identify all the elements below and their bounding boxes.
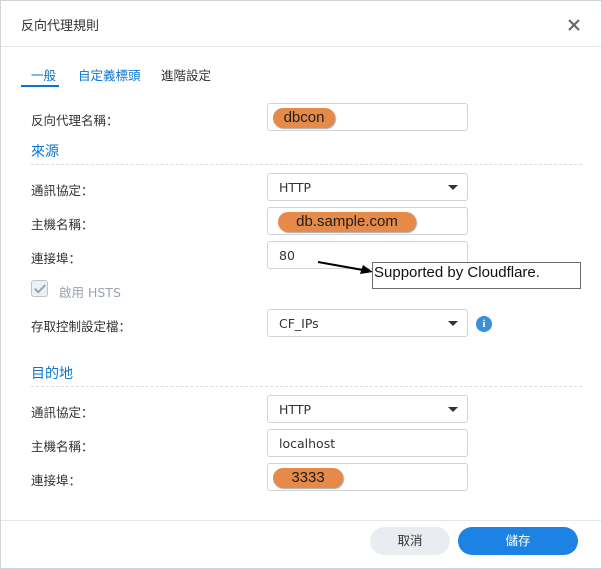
source-divider <box>31 164 582 165</box>
destination-protocol-select[interactable]: HTTP <box>267 395 468 423</box>
source-port-value: 80 <box>279 248 295 263</box>
destination-protocol-label: 通訊協定： <box>31 405 94 420</box>
destination-hostname-value: localhost <box>279 436 336 451</box>
footer-divider <box>1 520 601 521</box>
info-icon[interactable]: i <box>476 316 492 332</box>
tab-custom-header[interactable]: 自定義標頭 <box>78 65 141 84</box>
dialog-titlebar: 反向代理規則 <box>1 1 601 47</box>
source-section-title: 來源 <box>31 144 59 160</box>
tab-advanced[interactable]: 進階設定 <box>161 65 211 84</box>
source-protocol-select[interactable]: HTTP <box>267 173 468 201</box>
access-control-value: CF_IPs <box>279 316 319 331</box>
tab-general[interactable]: 一般 <box>31 65 56 84</box>
destination-port-label: 連接埠： <box>31 473 82 488</box>
source-port-label: 連接埠： <box>31 251 82 266</box>
proxy-name-input[interactable]: dbcon <box>267 103 468 131</box>
annotation-callout: Supported by Cloudflare. <box>372 262 581 289</box>
destination-section-title: 目的地 <box>31 366 73 382</box>
access-control-label: 存取控制設定檔： <box>31 319 132 334</box>
destination-hostname-input[interactable]: localhost <box>267 429 468 457</box>
access-control-select[interactable]: CF_IPs <box>267 309 468 337</box>
reverse-proxy-rule-dialog: 反向代理規則 一般 自定義標頭 進階設定 反向代理名稱： dbcon 來源 通訊… <box>0 0 602 569</box>
chevron-down-icon <box>448 185 458 190</box>
chevron-down-icon <box>448 321 458 326</box>
source-hostname-value: db.sample.com <box>278 212 416 232</box>
active-tab-indicator <box>21 85 59 87</box>
destination-port-input[interactable]: 3333 <box>267 463 468 491</box>
hsts-checkbox[interactable] <box>31 280 48 297</box>
save-button[interactable]: 儲存 <box>458 527 578 555</box>
proxy-name-label: 反向代理名稱： <box>31 113 119 128</box>
destination-hostname-label: 主機名稱： <box>31 439 94 454</box>
source-hostname-label: 主機名稱： <box>31 217 94 232</box>
annotation-text: Supported by Cloudflare. <box>374 264 540 281</box>
destination-protocol-value: HTTP <box>279 402 311 417</box>
annotation-arrow-icon <box>317 261 373 274</box>
source-protocol-label: 通訊協定： <box>31 183 94 198</box>
chevron-down-icon <box>448 407 458 412</box>
close-icon[interactable] <box>564 15 584 35</box>
hsts-label: 啟用 HSTS <box>59 285 121 300</box>
proxy-name-value: dbcon <box>273 108 335 128</box>
source-protocol-value: HTTP <box>279 180 311 195</box>
dialog-title: 反向代理規則 <box>21 19 100 34</box>
cancel-button[interactable]: 取消 <box>370 527 450 555</box>
checkmark-icon <box>33 281 47 294</box>
source-hostname-input[interactable]: db.sample.com <box>267 207 468 235</box>
destination-divider <box>31 386 582 387</box>
destination-port-value: 3333 <box>273 468 343 488</box>
